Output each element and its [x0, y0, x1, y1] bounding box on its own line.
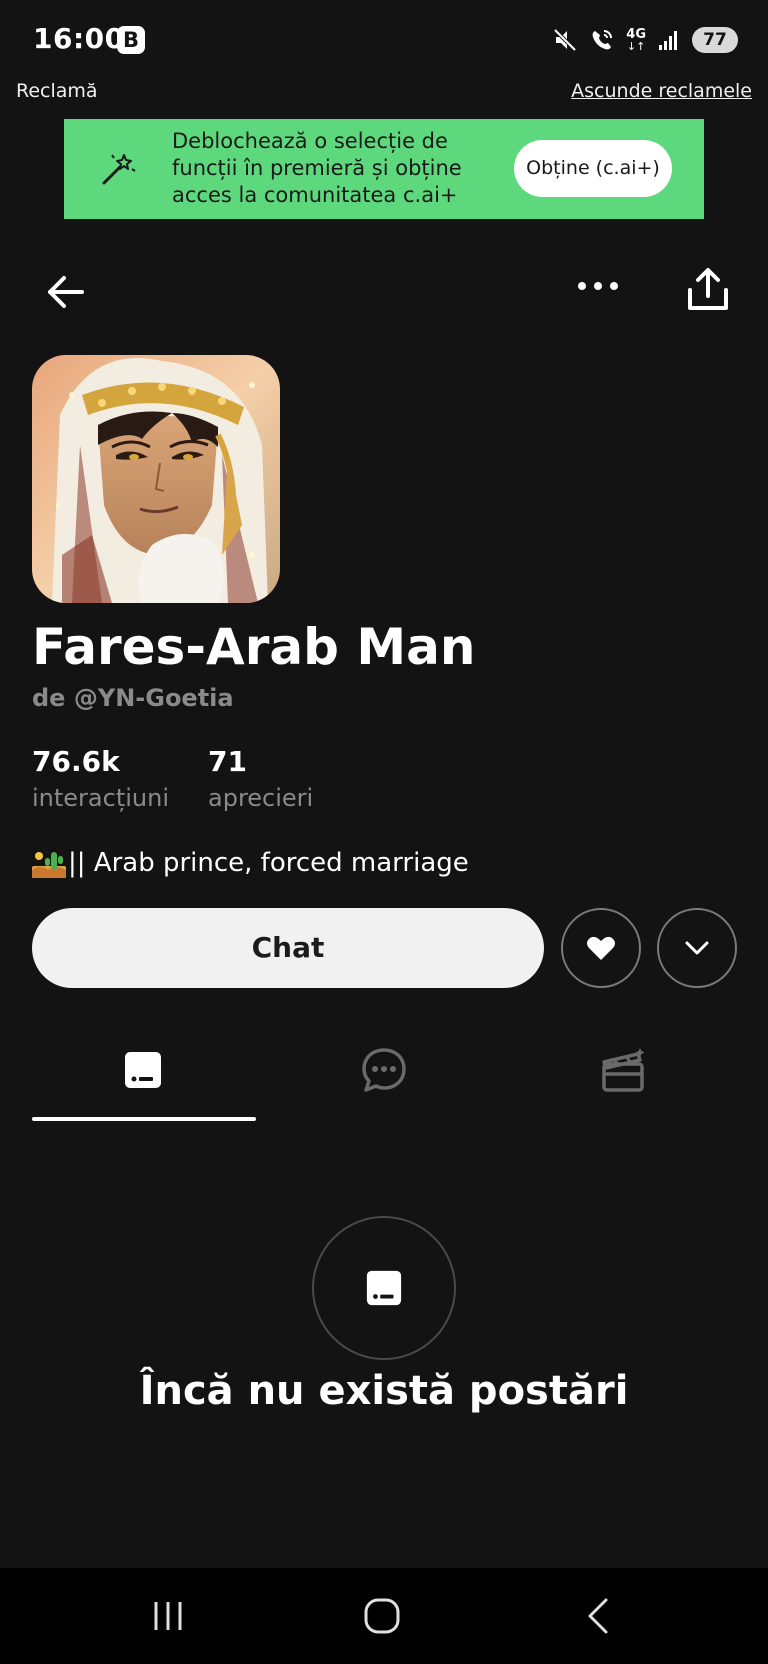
- app-badge-icon: B: [117, 26, 145, 54]
- network-indicator: 4G ↓↑: [626, 26, 646, 53]
- character-name: Fares-Arab Man: [32, 618, 476, 676]
- chat-button[interactable]: Chat: [32, 908, 544, 988]
- stat-label: aprecieri: [208, 784, 314, 812]
- battery-indicator: 77: [692, 27, 738, 53]
- tagline-text: || Arab prince, forced marriage: [68, 848, 469, 878]
- character-avatar: [32, 355, 280, 603]
- chevron-down-icon: [685, 941, 709, 955]
- home-icon[interactable]: [362, 1596, 402, 1636]
- magic-wand-icon: [102, 154, 136, 185]
- tab-posts[interactable]: [93, 1040, 193, 1100]
- status-time: 16:00: [33, 22, 125, 55]
- stat-value: 76.6k: [32, 745, 120, 778]
- expand-button[interactable]: [657, 908, 737, 988]
- share-icon[interactable]: [684, 266, 732, 314]
- tab-scenes[interactable]: [574, 1040, 674, 1100]
- posts-icon: [125, 1052, 161, 1088]
- stat-likes: 71 aprecieri: [208, 745, 313, 812]
- more-options-icon[interactable]: [576, 280, 620, 292]
- signal-icon: [659, 31, 677, 50]
- wifi-call-icon: [592, 30, 613, 50]
- ad-label: Reclamă: [16, 80, 98, 102]
- tab-chats[interactable]: [334, 1040, 434, 1100]
- chat-bubble-icon: [362, 1048, 406, 1092]
- system-navigation-bar: [0, 1568, 768, 1664]
- back-nav-icon[interactable]: [580, 1596, 616, 1636]
- stat-value: 71: [208, 745, 247, 778]
- ad-row: Reclamă Ascunde reclamele: [0, 80, 768, 108]
- heart-icon: [587, 936, 615, 960]
- hide-ads-link[interactable]: Ascunde reclamele: [571, 80, 752, 102]
- network-type: 4G: [626, 26, 646, 42]
- character-tagline: || Arab prince, forced marriage: [32, 848, 469, 878]
- mute-icon: [553, 28, 577, 52]
- posts-icon: [366, 1270, 402, 1306]
- top-bar: [0, 260, 768, 320]
- recent-apps-icon[interactable]: [150, 1596, 186, 1636]
- promo-text: Deblochează o selecție de funcții în pre…: [172, 129, 462, 207]
- clapperboard-icon: [602, 1048, 645, 1092]
- active-tab-indicator: [32, 1117, 256, 1121]
- status-bar: 16:00 B 4G ↓↑ 77: [0, 0, 768, 80]
- stat-label: interacțiuni: [32, 784, 169, 812]
- get-cai-plus-button[interactable]: Obține (c.ai+): [514, 140, 672, 197]
- back-arrow-icon[interactable]: [40, 270, 90, 314]
- premium-promo-banner[interactable]: Deblochează o selecție de funcții în pre…: [64, 119, 704, 219]
- stat-interactions: 76.6k interacțiuni: [32, 745, 169, 812]
- desert-cactus-emoji-icon: [32, 852, 66, 878]
- empty-state-text: Încă nu există postări: [139, 1368, 629, 1414]
- status-indicators: 4G ↓↑ 77: [552, 24, 738, 56]
- author-handle[interactable]: de @YN-Goetia: [32, 684, 234, 712]
- empty-state-circle: [312, 1216, 456, 1360]
- like-button[interactable]: [561, 908, 641, 988]
- avatar-illustration: [32, 355, 280, 603]
